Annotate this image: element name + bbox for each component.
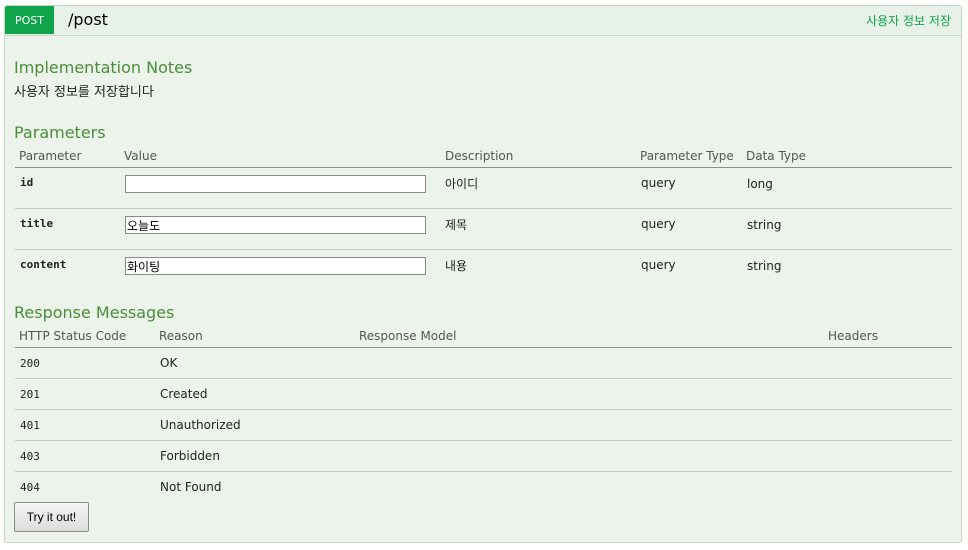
http-method-badge[interactable]: POST (5, 6, 54, 34)
status-code: 201 (20, 388, 40, 401)
id-value-input[interactable] (125, 175, 426, 193)
row-divider (15, 409, 952, 410)
endpoint-path[interactable]: /post (68, 10, 108, 29)
row-divider (15, 249, 952, 250)
param-col-header-parameter: Parameter (19, 149, 82, 163)
param-col-header-parameter-type: Parameter Type (640, 149, 734, 163)
implementation-notes-title: Implementation Notes (14, 58, 193, 77)
response-header-divider (15, 347, 952, 348)
param-name: title (20, 217, 54, 230)
param-header-divider (15, 167, 952, 168)
status-reason: Not Found (160, 480, 222, 494)
operation-summary[interactable]: 사용자 정보 저장 (866, 12, 951, 29)
response-messages-title: Response Messages (14, 303, 175, 322)
param-name: content (20, 258, 67, 271)
status-reason: Created (160, 387, 208, 401)
try-it-out-button[interactable]: Try it out! (14, 502, 89, 532)
param-type: query (641, 217, 676, 231)
param-data-type: string (747, 218, 782, 232)
row-divider (15, 440, 952, 441)
param-description: 아이디 (445, 177, 479, 191)
param-description: 제목 (445, 218, 468, 232)
param-type: query (641, 258, 676, 272)
row-divider (15, 208, 952, 209)
content-value-input[interactable] (125, 257, 426, 275)
parameters-title: Parameters (14, 123, 106, 142)
param-col-header-description: Description (445, 149, 514, 163)
status-code: 401 (20, 419, 40, 432)
param-name: id (20, 176, 34, 189)
response-col-header-headers: Headers (828, 329, 878, 343)
operation-panel: POST /post 사용자 정보 저장 Implementation Note… (4, 5, 962, 543)
status-reason: Forbidden (160, 449, 220, 463)
status-reason: Unauthorized (160, 418, 241, 432)
param-col-header-value: Value (124, 149, 157, 163)
implementation-notes-text: 사용자 정보를 저장합니다 (14, 85, 154, 100)
param-description: 내용 (445, 259, 468, 273)
param-type: query (641, 176, 676, 190)
status-reason: OK (160, 356, 178, 370)
title-value-input[interactable] (125, 216, 426, 234)
response-col-header-reason: Reason (159, 329, 203, 343)
response-col-header-response-model: Response Model (359, 329, 457, 343)
row-divider (15, 471, 952, 472)
row-divider (15, 378, 952, 379)
param-data-type: long (747, 177, 773, 191)
status-code: 403 (20, 450, 40, 463)
status-code: 200 (20, 357, 40, 370)
param-col-header-data-type: Data Type (746, 149, 807, 163)
operation-header[interactable]: POST /post 사용자 정보 저장 (5, 6, 961, 36)
status-code: 404 (20, 481, 40, 494)
response-col-header-status-code: HTTP Status Code (19, 329, 127, 343)
param-data-type: string (747, 259, 782, 273)
